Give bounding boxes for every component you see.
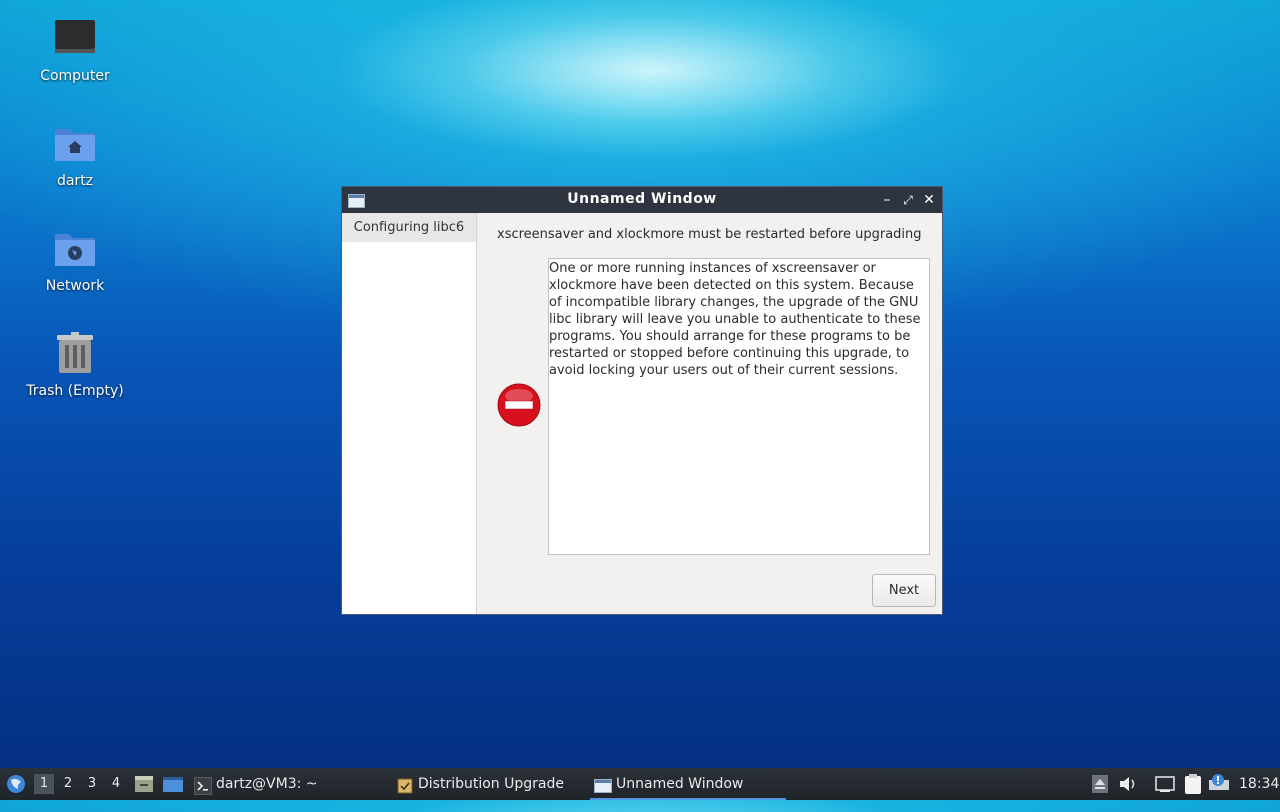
desktop-switch-3[interactable]: 3 <box>82 774 102 794</box>
window-title: Unnamed Window <box>567 191 717 207</box>
eject-icon <box>1092 775 1108 793</box>
desktop-icon-label: Network <box>45 278 105 294</box>
sidebar-item-configuring-libc6[interactable]: Configuring libc6 <box>342 213 476 242</box>
computer-icon <box>51 16 99 64</box>
desktop-icon-home[interactable]: dartz <box>15 121 135 189</box>
clock[interactable]: 18:34 <box>1239 768 1279 800</box>
desktop-icon-label: dartz <box>56 173 94 189</box>
desktop-icon-network[interactable]: Network <box>15 226 135 294</box>
desktop-switch-1[interactable]: 1 <box>34 774 54 794</box>
desktop-icon-label: Trash (Empty) <box>26 383 124 399</box>
show-desktop-icon <box>163 777 183 792</box>
file-manager-icon <box>135 776 153 792</box>
task-unnamed-window[interactable]: Unnamed Window <box>590 768 786 800</box>
clipboard-tray-button[interactable] <box>1182 768 1204 800</box>
close-button[interactable]: ✕ <box>920 190 938 210</box>
minimize-button[interactable]: – <box>878 190 896 210</box>
start-menu-button[interactable] <box>4 768 28 800</box>
eject-tray-button[interactable] <box>1090 768 1110 800</box>
network-folder-icon <box>51 226 99 274</box>
dialog-content: xscreensaver and xlockmore must be resta… <box>477 213 942 614</box>
unnamed-window: Unnamed Window – ⤢ ✕ Configuring libc6 x… <box>341 186 943 615</box>
task-label: Unnamed Window <box>616 776 744 792</box>
trash-icon <box>51 331 99 379</box>
dialog-heading: xscreensaver and xlockmore must be resta… <box>497 227 922 242</box>
menu-logo-icon <box>7 775 25 793</box>
steps-sidebar: Configuring libc6 <box>342 213 477 614</box>
task-label: dartz@VM3: ~ <box>216 776 318 792</box>
maximize-button[interactable]: ⤢ <box>899 190 917 210</box>
desktop-icon-computer[interactable]: Computer <box>15 16 135 84</box>
task-label: Distribution Upgrade <box>418 776 564 792</box>
clipboard-icon <box>1185 774 1201 794</box>
home-folder-icon <box>51 121 99 169</box>
message-textbox[interactable]: One or more running instances of xscreen… <box>548 258 930 555</box>
network-tray-icon <box>1155 776 1175 792</box>
next-button[interactable]: Next <box>872 574 936 607</box>
task-terminal[interactable]: dartz@VM3: ~ <box>190 768 406 800</box>
volume-icon <box>1120 777 1135 791</box>
task-distribution-upgrade[interactable]: Distribution Upgrade <box>392 768 608 800</box>
network-tray-button[interactable] <box>1154 768 1176 800</box>
file-manager-launcher[interactable] <box>134 768 154 800</box>
desktop-switch-2[interactable]: 2 <box>58 774 78 794</box>
update-notifier-button[interactable] <box>1208 768 1230 800</box>
message-text: One or more running instances of xscreen… <box>549 261 921 378</box>
desktop-switch-4[interactable]: 4 <box>106 774 126 794</box>
stop-icon <box>497 383 541 427</box>
window-icon <box>594 775 612 793</box>
package-icon <box>396 775 414 794</box>
show-desktop-button[interactable] <box>162 768 184 800</box>
taskbar: 1 2 3 4 dartz@VM3: ~ Distribution Upgrad… <box>0 768 1280 800</box>
desktop-icon-label: Computer <box>40 68 110 84</box>
desktop-icon-trash[interactable]: Trash (Empty) <box>15 331 135 399</box>
window-titlebar[interactable]: Unnamed Window – ⤢ ✕ <box>342 187 942 213</box>
volume-button[interactable] <box>1118 768 1138 800</box>
terminal-icon <box>193 775 213 796</box>
update-notifier-icon <box>1209 774 1229 790</box>
